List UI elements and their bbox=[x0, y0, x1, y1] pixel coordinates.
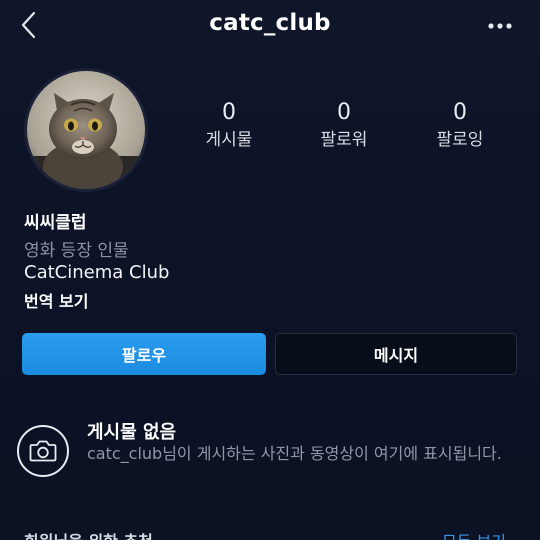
more-options-button[interactable] bbox=[486, 16, 514, 36]
camera-icon bbox=[29, 440, 57, 462]
follow-button[interactable]: 팔로우 bbox=[22, 333, 266, 375]
profile-bio-text: CatCinema Club bbox=[24, 262, 170, 283]
following-count[interactable]: 0 팔로잉 bbox=[410, 100, 510, 152]
more-horizontal-icon bbox=[488, 23, 512, 29]
page-title: catc_club bbox=[209, 10, 331, 36]
followers-count-label: 팔로워 bbox=[320, 130, 368, 150]
see-translation-link[interactable]: 번역 보기 bbox=[24, 288, 88, 312]
followers-count-value: 0 bbox=[337, 100, 351, 125]
profile-display-name: 씨씨클럽 bbox=[24, 213, 87, 233]
profile-category: 영화 등장 인물 bbox=[24, 241, 129, 261]
empty-state-title: 게시물 없음 bbox=[87, 422, 177, 443]
posts-count-label: 게시물 bbox=[205, 130, 253, 150]
cat-profile-photo bbox=[27, 71, 145, 189]
following-count-value: 0 bbox=[453, 100, 467, 125]
posts-count-value: 0 bbox=[222, 100, 236, 125]
followers-count[interactable]: 0 팔로워 bbox=[294, 100, 394, 152]
see-all-link[interactable]: 모두 보기 bbox=[442, 528, 506, 540]
suggested-for-you-heading: 회원님을 위한 추천 bbox=[24, 528, 153, 540]
message-button[interactable]: 메시지 bbox=[275, 333, 517, 375]
empty-state-description: catc_club님이 게시하는 사진과 동영상이 여기에 표시됩니다. bbox=[87, 444, 502, 463]
following-count-label: 팔로잉 bbox=[436, 130, 484, 150]
camera-icon-circle bbox=[17, 425, 69, 477]
avatar bbox=[27, 71, 145, 189]
posts-count[interactable]: 0 게시물 bbox=[179, 100, 279, 152]
